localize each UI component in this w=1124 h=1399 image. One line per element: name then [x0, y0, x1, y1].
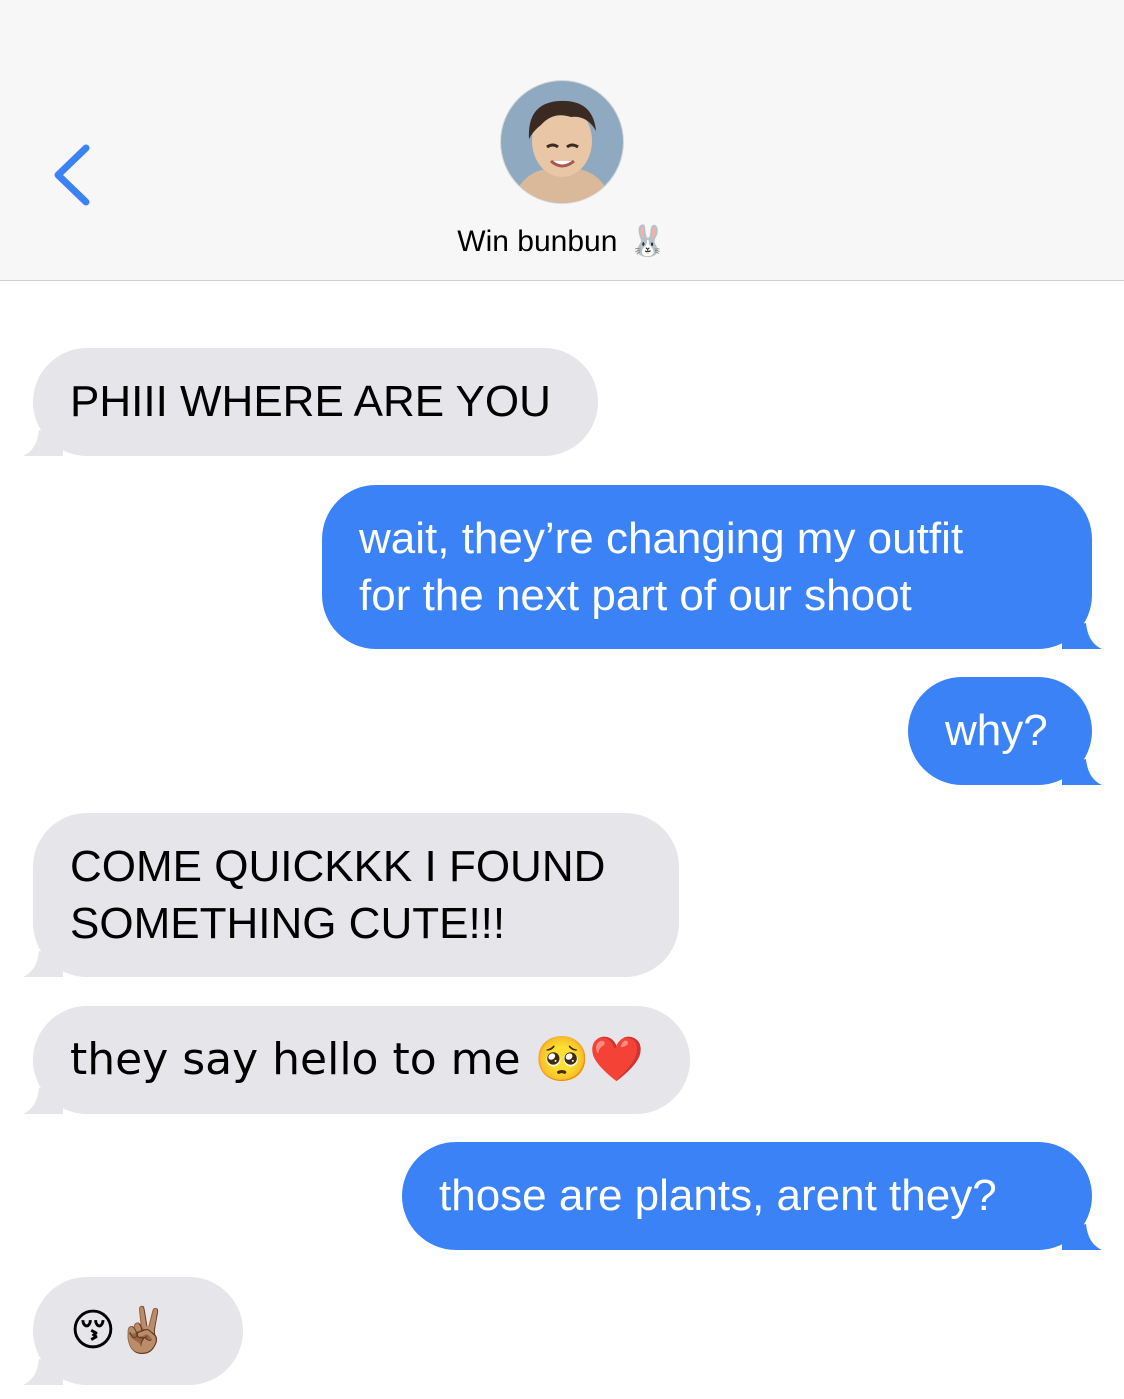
outgoing-message-bubble[interactable]: those are plants, arent they?: [402, 1142, 1102, 1250]
outgoing-message-bubble[interactable]: wait, they’re changing my outfit for the…: [322, 485, 1102, 649]
incoming-message-bubble[interactable]: PHIII WHERE ARE YOU: [23, 348, 598, 456]
message-text: those are plants, arent they?: [439, 1171, 997, 1220]
incoming-message-bubble[interactable]: 😚✌🏽: [23, 1277, 243, 1385]
message-thread: PHIII WHERE ARE YOU wait, they’re changi…: [0, 0, 1124, 1399]
message-text: PHIII WHERE ARE YOU: [70, 377, 551, 426]
bubble-tail-icon: [1062, 623, 1102, 649]
message-text: why?: [945, 706, 1048, 755]
incoming-message-bubble[interactable]: COME QUICKKK I FOUND SOMETHING CUTE!!!: [23, 813, 679, 977]
bubble-tail-icon: [23, 951, 63, 977]
outgoing-message-bubble[interactable]: why?: [908, 677, 1102, 785]
bubble-tail-icon: [1062, 1224, 1102, 1250]
message-text: they say hello to me 🥺❤️: [70, 1034, 645, 1085]
bubble-tail-icon: [23, 1359, 63, 1385]
incoming-message-bubble[interactable]: they say hello to me 🥺❤️: [23, 1006, 690, 1114]
message-text: COME QUICKKK I FOUND SOMETHING CUTE!!!: [70, 842, 606, 948]
message-text: wait, they’re changing my outfit for the…: [359, 514, 964, 620]
bubble-tail-icon: [23, 430, 63, 456]
bubble-tail-icon: [1062, 759, 1102, 785]
bubble-tail-icon: [23, 1088, 63, 1114]
message-text: 😚✌🏽: [70, 1305, 171, 1356]
